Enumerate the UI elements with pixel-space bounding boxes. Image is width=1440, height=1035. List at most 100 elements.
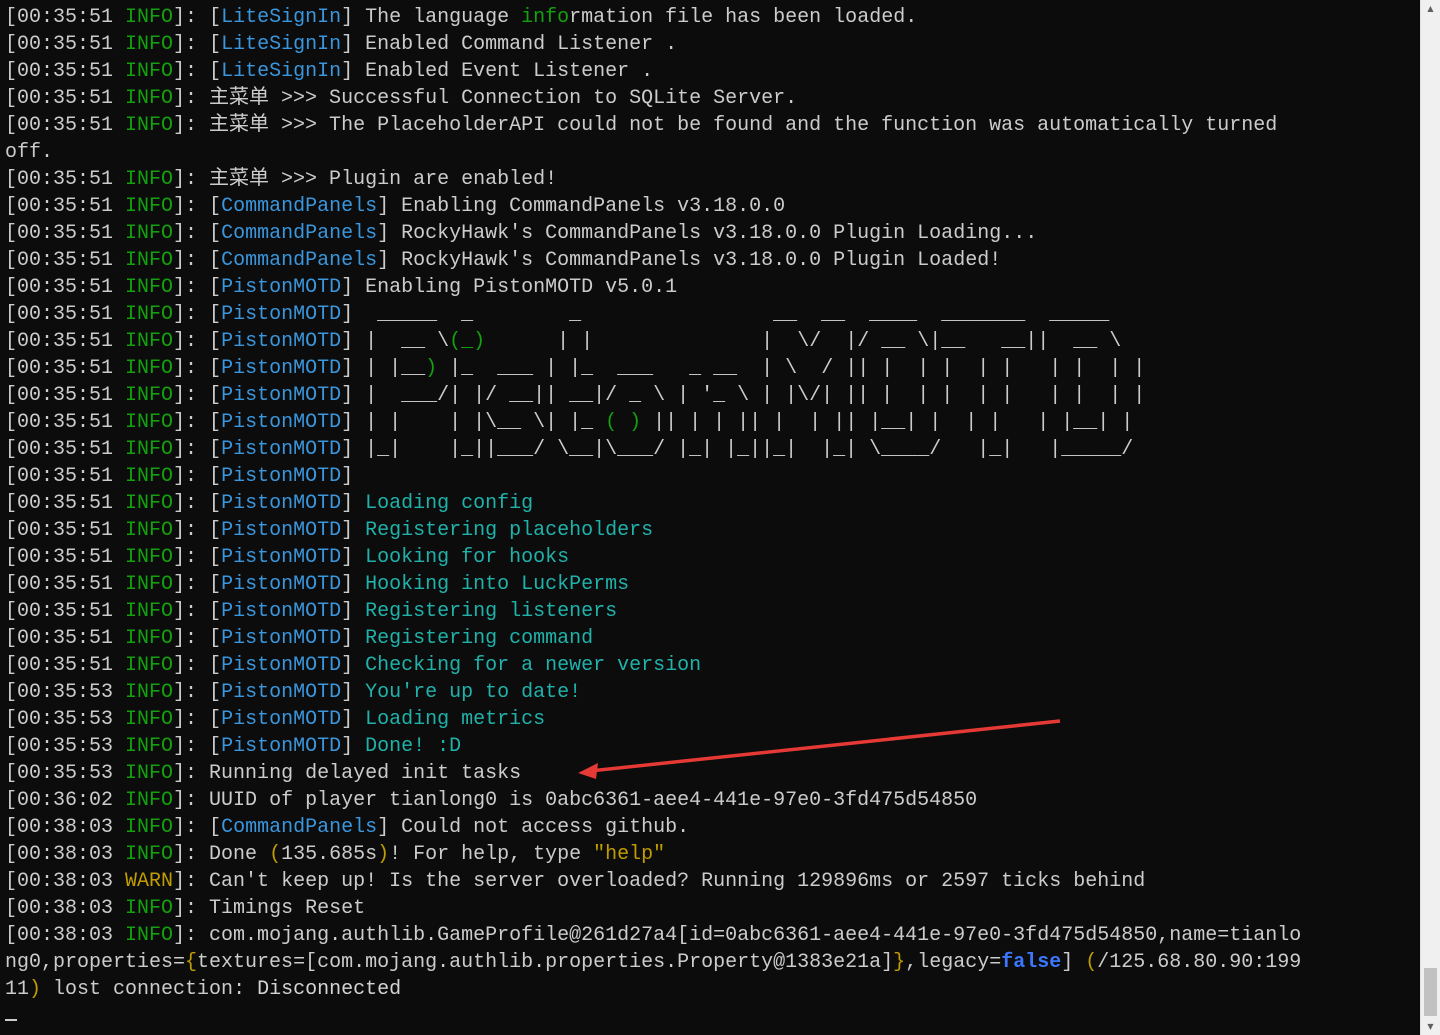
console-line: [00:35:51 INFO]: [PistonMOTD] Registerin… — [5, 625, 1301, 652]
console-line: [00:35:53 INFO]: [PistonMOTD] Done! :D — [5, 733, 1301, 760]
log-text: [00:38:03 — [5, 816, 126, 839]
console-line: [00:35:53 INFO]: [PistonMOTD] Loading me… — [5, 706, 1301, 733]
console-line: [00:38:03 INFO]: Done (135.685s)! For he… — [5, 841, 1301, 868]
log-text: [00:35:53 — [5, 735, 126, 758]
log-text: ]: [ — [173, 330, 222, 353]
triangle-up-icon[interactable]: ▲ — [1421, 0, 1440, 17]
log-text: ] — [341, 654, 366, 677]
log-text: ]: Done — [173, 843, 270, 866]
log-level-info: INFO — [125, 492, 174, 515]
log-text: ]: Running delayed init tasks — [173, 762, 522, 785]
log-text: ]: 主菜单 >>> The PlaceholderAPI could not … — [173, 114, 1278, 137]
console-line: [00:35:51 INFO]: [PistonMOTD] | |__) |_ … — [5, 355, 1301, 382]
log-text: ] — [341, 546, 366, 569]
log-text: ]: [ — [173, 573, 222, 596]
log-level-info: INFO — [125, 222, 174, 245]
log-text: ]: [ — [173, 492, 222, 515]
log-text: ]: [ — [173, 519, 222, 542]
console-line: [00:35:51 INFO]: [CommandPanels] RockyHa… — [5, 220, 1301, 247]
console-line: [00:38:03 WARN]: Can't keep up! Is the s… — [5, 868, 1301, 895]
log-text: || | | || | | || |__| | | | | |__| | — [641, 411, 1134, 434]
plugin-tag: PistonMOTD — [221, 276, 342, 299]
log-text: ] | __ \ — [341, 330, 450, 353]
log-text: [00:35:51 — [5, 249, 126, 272]
log-text: [00:35:51 — [5, 573, 126, 596]
console-line: [00:35:51 INFO]: 主菜单 >>> The Placeholder… — [5, 112, 1301, 139]
log-text: You're up to date! — [365, 681, 582, 704]
console-output: [00:35:51 INFO]: [LiteSignIn] The langua… — [5, 4, 1301, 1003]
console-line: [00:35:51 INFO]: [PistonMOTD] | __ \(_) … — [5, 328, 1301, 355]
log-level-info: INFO — [125, 195, 174, 218]
log-text: ] — [341, 465, 354, 488]
log-text: Registering command — [365, 627, 594, 650]
log-text: |_ ___ | |_ ___ _ __ | \ / || | | | | | … — [437, 357, 1146, 380]
log-text: ]: [ — [173, 735, 222, 758]
log-text: [00:35:51 — [5, 33, 126, 56]
scrollbar-thumb[interactable] — [1424, 968, 1437, 1016]
log-text: Registering placeholders — [365, 519, 654, 542]
log-level-info: INFO — [125, 249, 174, 272]
console-line: off. — [5, 139, 1301, 166]
log-text: ]: [ — [173, 708, 222, 731]
log-level-info: INFO — [125, 762, 174, 785]
log-text: | | | \/ |/ __ \|__ __|| __ \ — [485, 330, 1122, 353]
plugin-tag: PistonMOTD — [221, 573, 342, 596]
plugin-tag: CommandPanels — [221, 249, 378, 272]
console-line: [00:35:51 INFO]: [PistonMOTD] | | | |\__… — [5, 409, 1301, 436]
plugin-tag: PistonMOTD — [221, 411, 342, 434]
log-text: ] Enabled Event Listener . — [341, 60, 654, 83]
log-text: Loading config — [365, 492, 534, 515]
console-line: [00:35:51 INFO]: [CommandPanels] RockyHa… — [5, 247, 1301, 274]
console-line: [00:35:51 INFO]: [PistonMOTD] |_| |_||__… — [5, 436, 1301, 463]
log-text: [00:35:51 — [5, 411, 126, 434]
log-text: 135.685s — [281, 843, 378, 866]
log-text: [00:36:02 — [5, 789, 126, 812]
vertical-scrollbar[interactable]: ▲ ▼ — [1420, 0, 1440, 1035]
log-text: ] _____ _ _ __ __ ____ _______ _____ — [341, 303, 1110, 326]
plugin-tag: PistonMOTD — [221, 735, 342, 758]
log-text: (_) — [449, 330, 486, 353]
log-text: [00:35:51 — [5, 546, 126, 569]
log-text: ]: [ — [173, 6, 222, 29]
console-line: [00:35:51 INFO]: [PistonMOTD] Registerin… — [5, 598, 1301, 625]
console-line: [00:35:51 INFO]: [PistonMOTD] Enabling P… — [5, 274, 1301, 301]
log-text: ] The language — [341, 6, 522, 29]
server-console[interactable]: [00:35:51 INFO]: [LiteSignIn] The langua… — [0, 0, 1421, 1035]
log-text: ] | | | |\__ \| |_ — [341, 411, 606, 434]
plugin-tag: PistonMOTD — [221, 546, 342, 569]
plugin-tag: PistonMOTD — [221, 654, 342, 677]
log-text: [00:35:51 — [5, 384, 126, 407]
plugin-tag: PistonMOTD — [221, 465, 342, 488]
log-text: ] — [341, 708, 366, 731]
plugin-tag: PistonMOTD — [221, 303, 342, 326]
log-text: } — [893, 951, 906, 974]
log-text: ] | |__ — [341, 357, 426, 380]
log-text: ] — [341, 573, 366, 596]
log-level-info: INFO — [125, 330, 174, 353]
triangle-down-icon[interactable]: ▼ — [1421, 1018, 1440, 1035]
plugin-tag: CommandPanels — [221, 222, 378, 245]
log-text: ng0,properties= — [5, 951, 186, 974]
log-text: [00:35:51 — [5, 87, 126, 110]
log-level-info: INFO — [125, 735, 174, 758]
log-text: ] — [341, 627, 366, 650]
log-level-info: INFO — [125, 600, 174, 623]
plugin-tag: PistonMOTD — [221, 600, 342, 623]
log-text: [00:35:51 — [5, 330, 126, 353]
log-level-info: INFO — [125, 60, 174, 83]
log-text: [00:35:53 — [5, 681, 126, 704]
log-text: ] — [341, 735, 366, 758]
log-text: ! For help, type — [389, 843, 594, 866]
console-line: [00:35:51 INFO]: [PistonMOTD] | ___/| |/… — [5, 382, 1301, 409]
plugin-tag: PistonMOTD — [221, 681, 342, 704]
log-text: ]: [ — [173, 357, 222, 380]
log-level-info: INFO — [125, 114, 174, 137]
console-line: [00:36:02 INFO]: UUID of player tianlong… — [5, 787, 1301, 814]
log-text: Looking for hooks — [365, 546, 570, 569]
log-text: false — [1001, 951, 1062, 974]
log-text: ]: [ — [173, 816, 222, 839]
log-text: 11 — [5, 978, 30, 1001]
log-text: rmation file has been loaded. — [569, 6, 918, 29]
log-text: [00:35:51 — [5, 114, 126, 137]
log-text: ] RockyHawk's CommandPanels v3.18.0.0 Pl… — [377, 249, 1002, 272]
